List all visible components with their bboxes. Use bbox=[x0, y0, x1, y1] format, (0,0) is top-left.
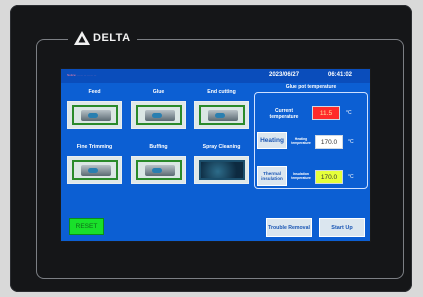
hmi-screen: Notice: ... ... ... ... ... ... 2023/06/… bbox=[60, 68, 371, 242]
heating-temperature-value[interactable]: 170.0 bbox=[315, 135, 343, 149]
trouble-removal-button[interactable]: Trouble Removal bbox=[266, 218, 312, 237]
delta-logo-icon bbox=[74, 31, 90, 45]
glue-button[interactable] bbox=[131, 101, 186, 129]
date-display: 2023/06/27 bbox=[269, 72, 300, 78]
notice-marquee: Notice: ... ... ... ... ... ... bbox=[67, 73, 97, 77]
fine-trimming-machine-image bbox=[71, 160, 118, 180]
tile-glue[interactable]: Glue bbox=[131, 89, 186, 129]
insulation-temperature-label: Insulation temperature bbox=[291, 172, 311, 180]
fine-trimming-button[interactable] bbox=[67, 156, 122, 184]
end-cutting-button[interactable] bbox=[194, 101, 249, 129]
thermal-insulation-button[interactable]: Thermal insulation bbox=[257, 166, 287, 186]
tile-label: Glue bbox=[152, 89, 165, 95]
unit-label: °C bbox=[348, 139, 354, 145]
tile-fine-trimming[interactable]: Fine Trimming bbox=[67, 144, 122, 184]
insulation-temperature-value[interactable]: 170.0 bbox=[315, 170, 343, 184]
tile-label: Spray Cleaning bbox=[202, 144, 241, 150]
tile-label: Buffing bbox=[149, 144, 168, 150]
glue-pot-title: Glue pot temperature bbox=[283, 84, 339, 90]
spray-cleaning-image bbox=[198, 160, 245, 180]
tile-label: Feed bbox=[88, 89, 101, 95]
brand-logo: DELTA bbox=[68, 29, 137, 47]
tile-label: Fine Trimming bbox=[76, 144, 113, 150]
reset-button[interactable]: RESET bbox=[69, 218, 104, 235]
feed-button[interactable] bbox=[67, 101, 122, 129]
tile-end-cutting[interactable]: End cutting bbox=[194, 89, 249, 129]
heating-temperature-label: Heating temperature bbox=[291, 137, 311, 145]
tile-buffing[interactable]: Buffing bbox=[131, 144, 186, 184]
time-display: 06:41:02 bbox=[328, 72, 353, 78]
unit-label: °C bbox=[346, 110, 352, 116]
spray-cleaning-button[interactable] bbox=[194, 156, 249, 184]
unit-label: °C bbox=[348, 174, 354, 180]
end-cutting-machine-image bbox=[198, 105, 245, 125]
buffing-machine-image bbox=[135, 160, 182, 180]
current-temperature-value: 11.5 bbox=[312, 106, 340, 120]
tile-label: End cutting bbox=[207, 89, 236, 95]
buffing-button[interactable] bbox=[131, 156, 186, 184]
current-temperature-label: Current temperature bbox=[269, 108, 299, 120]
start-up-button[interactable]: Start Up bbox=[319, 218, 365, 237]
heating-button[interactable]: Heating bbox=[257, 132, 287, 149]
top-bar: Notice: ... ... ... ... ... ... 2023/06/… bbox=[61, 69, 370, 83]
glue-machine-image bbox=[135, 105, 182, 125]
feed-machine-image bbox=[71, 105, 118, 125]
tile-feed[interactable]: Feed bbox=[67, 89, 122, 129]
tile-spray-cleaning[interactable]: Spray Cleaning bbox=[194, 144, 249, 184]
brand-name: DELTA bbox=[93, 32, 131, 44]
